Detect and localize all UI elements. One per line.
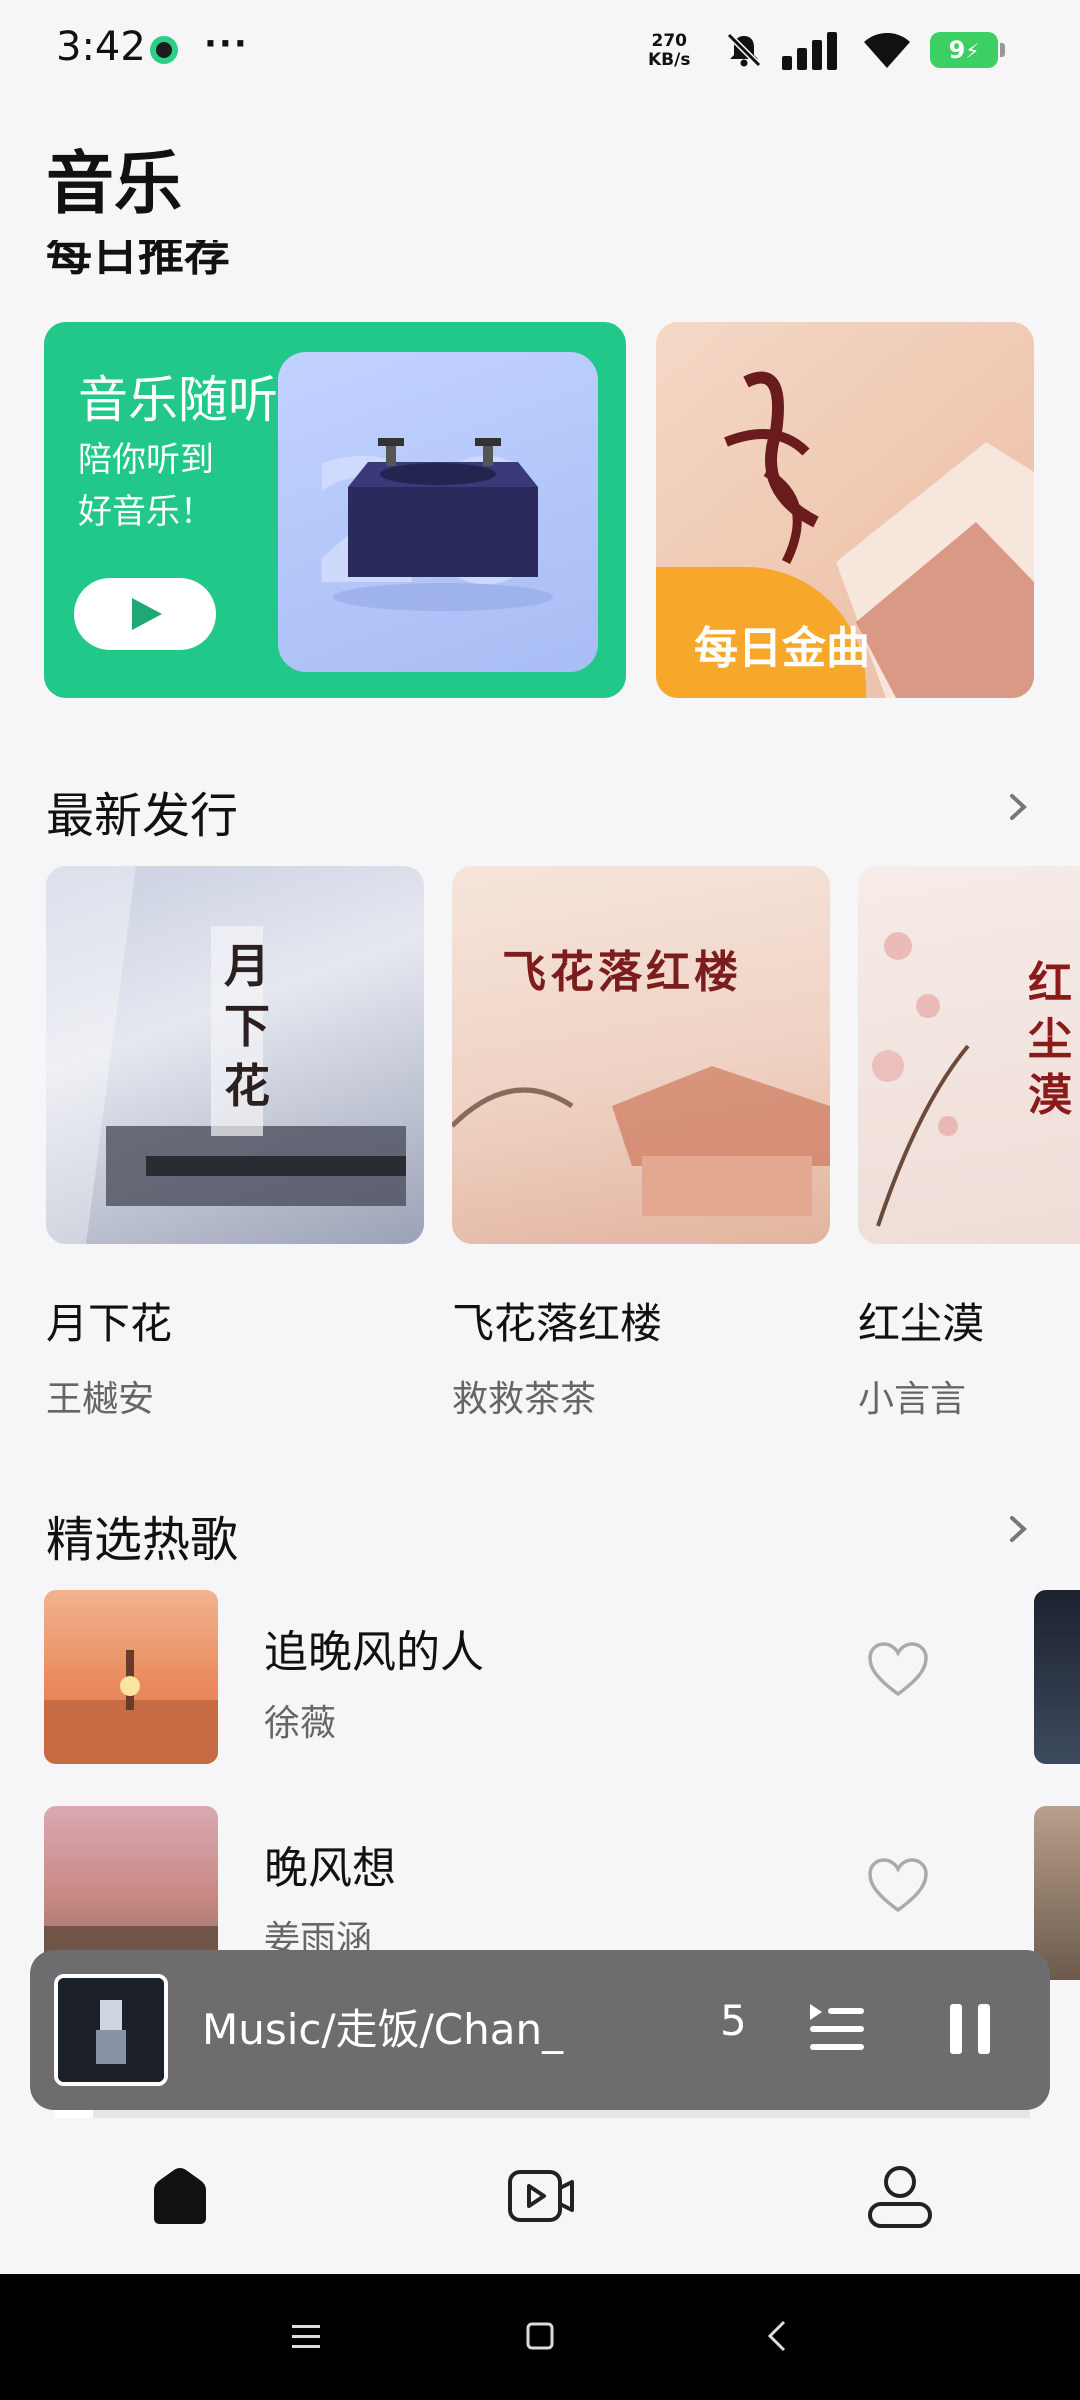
daily-recommend-header: 每日推荐: [46, 240, 230, 280]
listen-card-subtitle: 陪你听到 好音乐！: [78, 440, 214, 532]
pause-icon[interactable]: [948, 2002, 992, 2056]
album-card[interactable]: 红尘漠 红尘漠 小言言: [858, 866, 1080, 1420]
song-title: 追晚风的人: [264, 1627, 484, 1678]
album-cover: 飞花落红楼: [452, 866, 830, 1244]
song-thumbnail: [44, 1590, 218, 1764]
more-notifications-icon: ···: [204, 24, 249, 64]
bell-muted-icon: [726, 32, 762, 68]
playback-progress-fill: [54, 2110, 94, 2118]
daily-hits-card[interactable]: 每日金曲: [656, 322, 1034, 698]
album-name: 飞花落红楼: [452, 1299, 663, 1348]
album-cover: 月下花: [46, 866, 424, 1244]
mini-player[interactable]: Music/走饭/Chan_ 5: [30, 1950, 1050, 2118]
album-cover-title: 月下花: [224, 939, 270, 1113]
listen-card-title: 音乐随听: [78, 371, 278, 429]
home-icon[interactable]: [144, 2160, 216, 2232]
playback-progress[interactable]: [54, 2110, 1030, 2118]
back-icon[interactable]: [758, 2316, 798, 2356]
playlist-icon[interactable]: [806, 2002, 866, 2056]
new-releases-more-chevron-icon[interactable]: [1008, 792, 1028, 822]
turntable-illustration: 20: [278, 352, 598, 672]
daily-hits-label: 每日金曲: [694, 623, 870, 674]
battery-level: 9: [948, 36, 966, 64]
now-playing-track: Music/走饭/Chan_: [202, 2005, 564, 2054]
hot-songs-more-chevron-icon[interactable]: [1008, 1514, 1028, 1544]
album-cover: 红尘漠: [858, 866, 1080, 1244]
album-card[interactable]: 月下花 月下花 王樾安: [46, 866, 424, 1420]
album-name: 月下花: [46, 1299, 173, 1348]
album-artist: 小言言: [858, 1379, 967, 1420]
profile-icon[interactable]: [864, 2160, 936, 2232]
album-card[interactable]: 飞花落红楼 飞花落红楼 救救茶茶: [452, 866, 830, 1420]
song-thumbnail-peek: [1034, 1590, 1080, 1764]
signal-icon: [782, 32, 837, 70]
now-playing-cover: [54, 1974, 168, 2086]
new-releases-header: 最新发行: [46, 788, 239, 844]
now-playing-track-overflow: 5: [720, 1996, 747, 2045]
status-time: 3:42: [56, 24, 146, 70]
album-name: 红尘漠: [858, 1299, 985, 1348]
status-bar: 3:42 ··· 270 KB/s 9⚡: [0, 0, 1080, 100]
play-button[interactable]: [74, 578, 216, 650]
hot-songs-header: 精选热歌: [46, 1512, 239, 1568]
home-button-icon[interactable]: [520, 2316, 560, 2356]
battery-indicator: 9⚡: [930, 32, 1005, 68]
heart-icon[interactable]: [866, 1640, 930, 1700]
network-speed-value: 270: [651, 31, 687, 51]
song-thumbnail-peek: [1034, 1806, 1080, 1980]
music-listen-card[interactable]: 20 音乐随听 陪你听到 好音乐！: [44, 322, 626, 698]
album-artist: 王樾安: [46, 1379, 155, 1420]
system-navigation-bar: [0, 2274, 1080, 2400]
wifi-icon: [864, 33, 910, 68]
menu-icon[interactable]: [286, 2316, 326, 2356]
album-cover-title: 红尘漠: [1028, 958, 1072, 1121]
heart-icon[interactable]: [866, 1856, 930, 1916]
page-title: 音乐: [46, 145, 183, 224]
bottom-navigation: [0, 2120, 1080, 2274]
album-cover-title: 飞花落红楼: [502, 947, 742, 998]
network-speed: 270 KB/s: [648, 32, 690, 70]
network-speed-unit: KB/s: [648, 50, 691, 70]
song-artist: 徐薇: [264, 1703, 337, 1744]
app-notification-icon: [150, 36, 178, 64]
video-icon[interactable]: [504, 2160, 576, 2232]
album-artist: 救救茶茶: [452, 1379, 597, 1420]
song-title: 晚风想: [264, 1843, 396, 1894]
song-row[interactable]: 追晚风的人 徐薇: [44, 1590, 1044, 1766]
